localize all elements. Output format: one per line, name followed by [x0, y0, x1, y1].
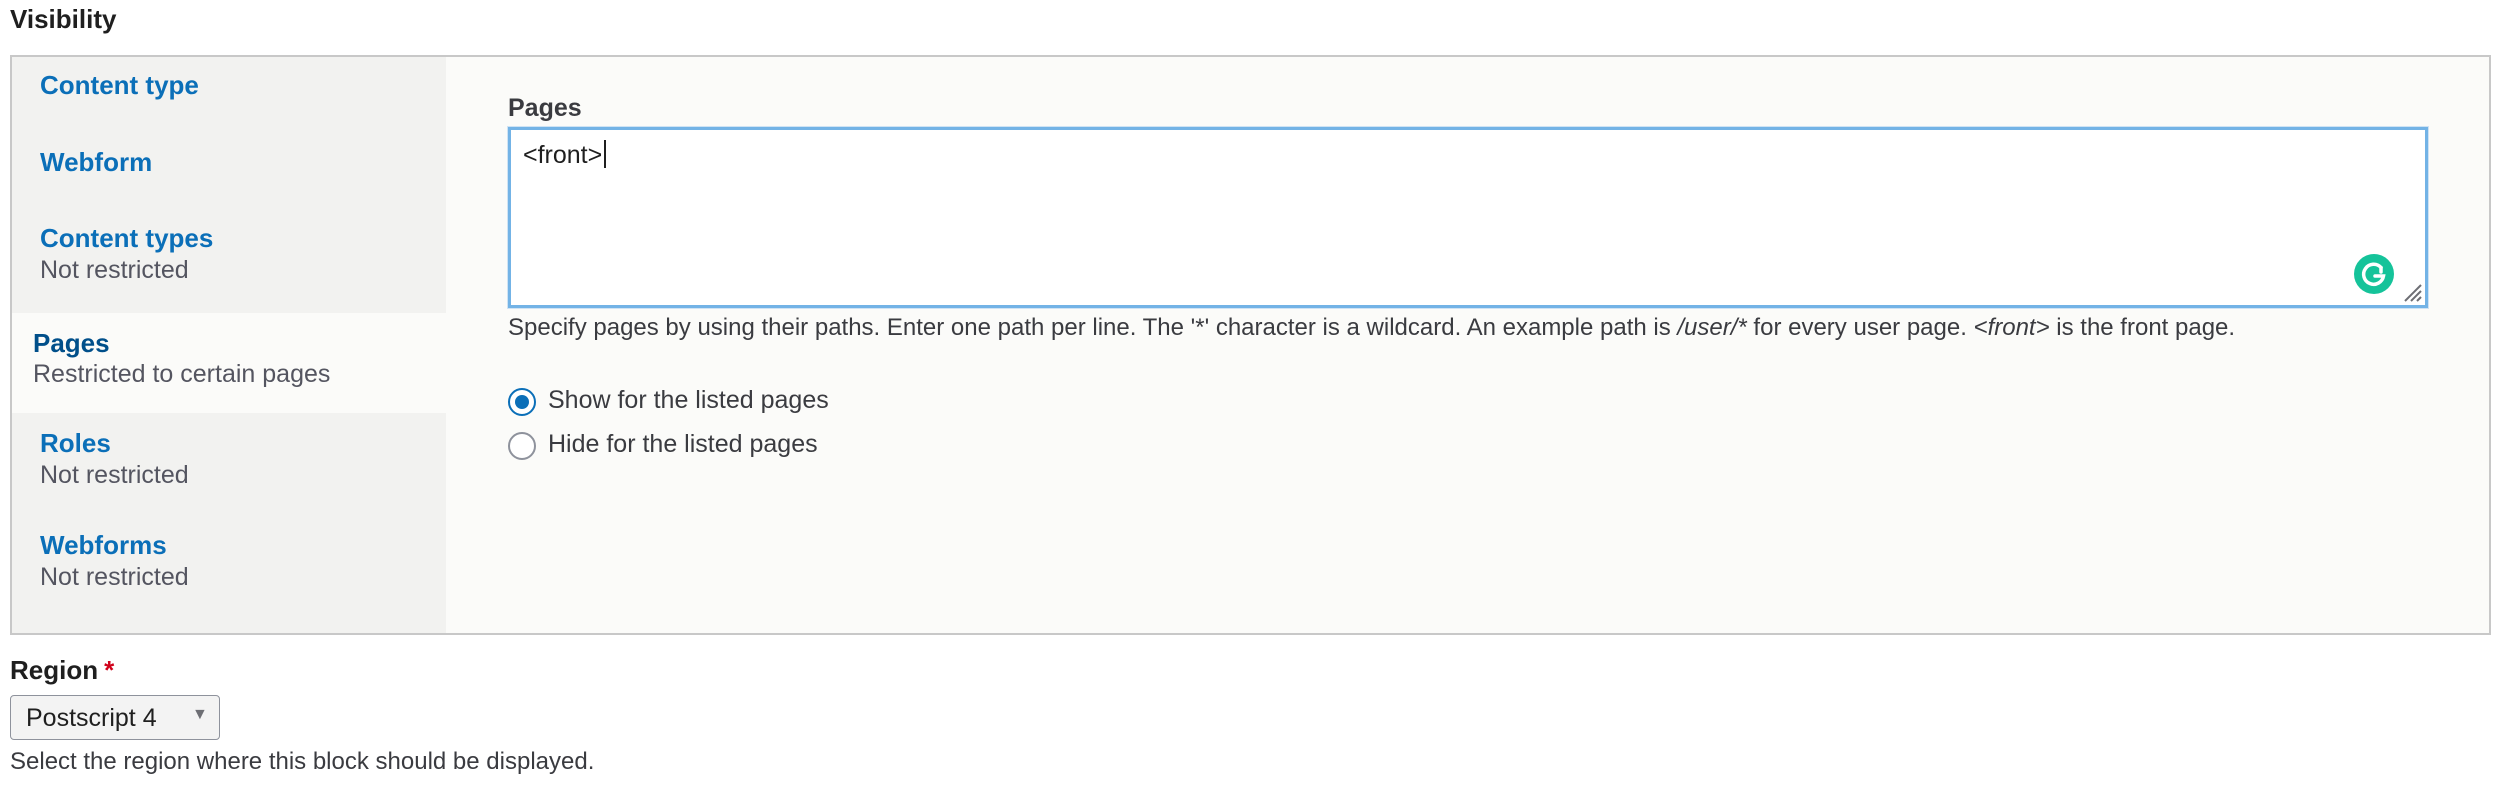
tab-summary: Not restricted — [40, 256, 189, 284]
tab-label[interactable]: Roles — [40, 428, 111, 459]
tab-roles[interactable]: Roles Not restricted — [12, 413, 446, 515]
region-help-text: Select the region where this block shoul… — [10, 748, 595, 775]
pages-field-label: Pages — [508, 94, 582, 122]
tab-label[interactable]: Webforms — [40, 530, 167, 561]
example-path: /user/* — [1677, 314, 1747, 341]
pages-help-text: Specify pages by using their paths. Ente… — [508, 314, 2236, 341]
front-token: <front> — [1973, 314, 2050, 341]
visibility-title: Visibility — [10, 4, 117, 34]
grammarly-icon[interactable] — [2354, 254, 2394, 294]
region-select[interactable]: Postscript 4 ▼ — [10, 695, 220, 740]
tab-label[interactable]: Pages — [33, 328, 110, 359]
tab-label[interactable]: Webform — [40, 147, 152, 178]
tab-label[interactable]: Content types — [40, 223, 213, 254]
radio-label[interactable]: Show for the listed pages — [548, 386, 829, 415]
tab-summary: Not restricted — [40, 563, 189, 591]
radio-button[interactable] — [508, 432, 536, 460]
tab-content-type[interactable]: Content type — [12, 57, 446, 119]
tab-summary: Not restricted — [40, 461, 189, 489]
tab-content-types[interactable]: Content types Not restricted — [12, 193, 446, 293]
vertical-tabs-menu: Content type Webform Content types Not r… — [12, 57, 446, 633]
text-caret — [604, 140, 607, 168]
pages-textarea[interactable]: <front> — [508, 127, 2428, 308]
tab-summary: Restricted to certain pages — [33, 360, 331, 388]
radio-button-checked[interactable] — [508, 388, 536, 416]
tab-pages[interactable]: Pages Restricted to certain pages — [12, 313, 446, 413]
visibility-vertical-tabs: Content type Webform Content types Not r… — [10, 55, 2491, 635]
pages-textarea-value[interactable]: <front> — [523, 140, 607, 170]
resize-handle-icon[interactable] — [2401, 281, 2423, 303]
region-select-value[interactable]: Postscript 4 — [26, 704, 157, 733]
tab-label[interactable]: Content type — [40, 70, 199, 101]
tab-webform[interactable]: Webform — [12, 119, 446, 193]
tab-webforms[interactable]: Webforms Not restricted — [12, 515, 446, 633]
required-marker: * — [104, 655, 115, 685]
region-label: Region * — [10, 655, 115, 685]
radio-label[interactable]: Hide for the listed pages — [548, 430, 818, 459]
chevron-down-icon[interactable]: ▼ — [192, 706, 208, 724]
